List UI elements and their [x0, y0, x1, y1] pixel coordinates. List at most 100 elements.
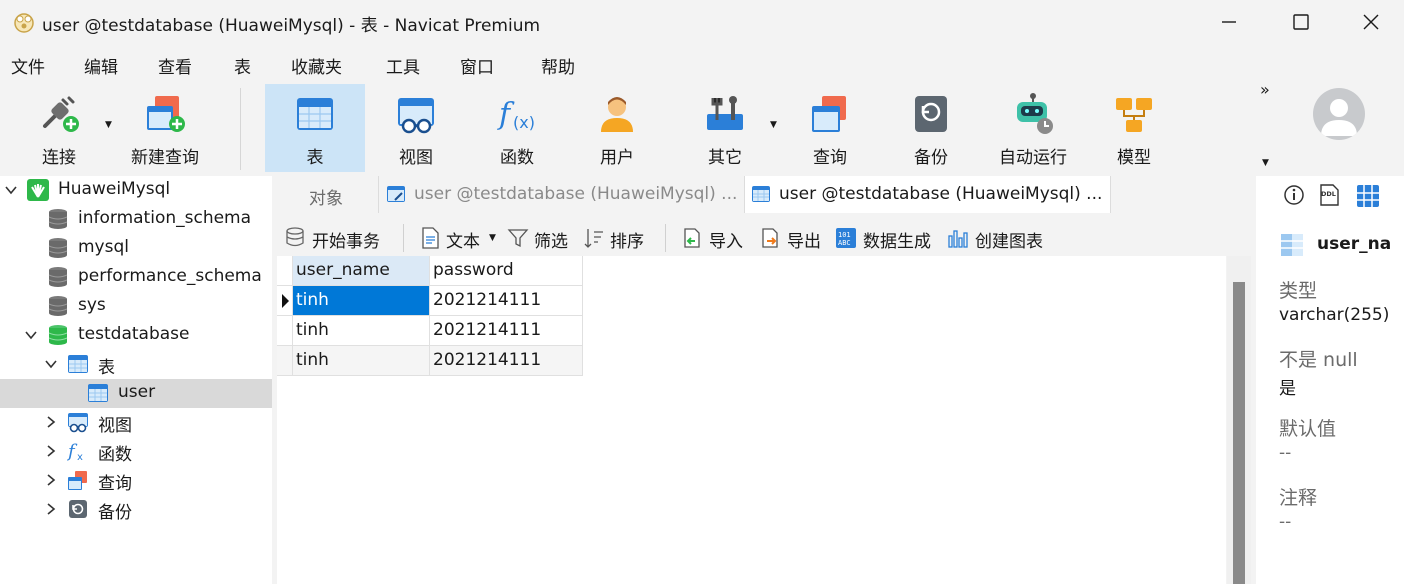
comment-label: 注释: [1279, 487, 1318, 509]
chevron-right-icon[interactable]: [44, 444, 58, 458]
function-tool-button[interactable]: f (x) 函数: [467, 84, 567, 172]
user-tool-button[interactable]: 用户: [567, 84, 667, 172]
view-glasses-icon: [68, 413, 88, 433]
transaction-db-icon: [286, 227, 304, 247]
close-button[interactable]: [1336, 0, 1404, 44]
new-query-label: 新建查询: [131, 148, 199, 168]
comment-value: --: [1279, 512, 1292, 532]
new-query-icon: [147, 96, 185, 132]
type-label: 类型: [1279, 280, 1318, 302]
chevron-right-icon[interactable]: [44, 415, 58, 429]
avatar-person-icon: [1321, 99, 1357, 136]
menu-help[interactable]: 帮助: [541, 53, 575, 78]
backup-restore-icon: [69, 500, 87, 518]
chevron-right-icon[interactable]: [44, 473, 58, 487]
object-tree: HuaweiMysql information_schema mysql per…: [0, 176, 272, 584]
table-edit-icon: [387, 186, 405, 202]
user-avatar[interactable]: [1313, 88, 1365, 140]
view-tool-button[interactable]: 视图: [366, 84, 466, 172]
chevron-down-icon[interactable]: [24, 328, 38, 342]
row-marker[interactable]: [277, 316, 293, 346]
tree-connection-huaweimysql[interactable]: HuaweiMysql: [0, 176, 272, 205]
info-icon[interactable]: [1283, 184, 1305, 206]
default-value: --: [1279, 443, 1292, 463]
menu-table[interactable]: 表: [234, 53, 251, 78]
tree-db-performance-schema[interactable]: performance_schema: [0, 263, 272, 292]
tree-db-testdatabase[interactable]: testdatabase: [0, 321, 272, 350]
tree-db-sys[interactable]: sys: [0, 292, 272, 321]
table-tool-label: 表: [306, 148, 324, 168]
user-tool-label: 用户: [600, 148, 634, 168]
tree-folder-backups[interactable]: 备份: [0, 495, 272, 524]
toolbar-more-button[interactable]: »: [1260, 80, 1270, 99]
table-cell[interactable]: tinh: [293, 346, 430, 376]
tab-objects[interactable]: 对象: [277, 176, 379, 213]
huawei-logo-icon: [27, 179, 49, 201]
svg-text:x: x: [77, 452, 83, 462]
tree-label: testdatabase: [78, 324, 190, 344]
other-dropdown-caret-icon[interactable]: ▼: [770, 120, 777, 130]
tree-folder-functions[interactable]: f x 函数: [0, 437, 272, 466]
close-icon: [1363, 14, 1379, 30]
connection-plug-icon: [43, 96, 79, 132]
connect-button[interactable]: 连接: [9, 84, 109, 172]
table-cell[interactable]: 2021214111: [430, 346, 583, 376]
menu-edit[interactable]: 编辑: [84, 53, 118, 78]
connect-dropdown-caret-icon[interactable]: ▼: [105, 120, 112, 130]
tab-label: user @testdatabase (HuaweiMysql) ...: [414, 184, 738, 204]
menu-tools[interactable]: 工具: [386, 53, 420, 78]
menu-view[interactable]: 查看: [158, 53, 192, 78]
tab-user-table-1[interactable]: user @testdatabase (HuaweiMysql) ...: [379, 176, 745, 213]
other-tool-button[interactable]: 其它: [675, 84, 775, 172]
scrollbar-thumb[interactable]: [1233, 282, 1245, 584]
tree-table-user[interactable]: user: [0, 379, 272, 408]
table-cell[interactable]: tinh: [293, 286, 430, 316]
toolbar-overflow-caret-icon[interactable]: ▼: [1262, 158, 1269, 168]
tab-user-table-2[interactable]: user @testdatabase (HuaweiMysql) ...: [745, 176, 1111, 213]
tree-folder-queries[interactable]: 查询: [0, 466, 272, 495]
menu-favorites[interactable]: 收藏夹: [291, 53, 342, 78]
query-tool-button[interactable]: 查询: [780, 84, 880, 172]
column-header-password[interactable]: password: [430, 256, 583, 286]
not-null-label: 不是 null: [1279, 349, 1358, 371]
table-tool-button[interactable]: 表: [265, 84, 365, 172]
grid-layout-icon[interactable]: [1356, 184, 1380, 208]
model-tool-button[interactable]: 模型: [1084, 84, 1184, 172]
tree-db-information-schema[interactable]: information_schema: [0, 205, 272, 234]
maximize-button[interactable]: [1266, 0, 1336, 44]
automation-tool-button[interactable]: 自动运行: [983, 84, 1083, 172]
chevron-right-icon[interactable]: [44, 502, 58, 516]
tab-bar: 对象 user @testdatabase (HuaweiMysql) ... …: [277, 176, 1251, 213]
menu-file[interactable]: 文件: [11, 53, 45, 78]
navicat-window: user @testdatabase (HuaweiMysql) - 表 - N…: [0, 0, 1404, 584]
new-query-button[interactable]: 新建查询: [115, 84, 215, 172]
data-generation-label: 数据生成: [863, 232, 931, 252]
not-null-value: 是: [1279, 379, 1296, 399]
tree-db-mysql[interactable]: mysql: [0, 234, 272, 263]
table-cell[interactable]: 2021214111: [430, 316, 583, 346]
column-header-user-name[interactable]: user_name: [293, 256, 430, 286]
tree-folder-tables[interactable]: 表: [0, 350, 272, 379]
chevron-down-icon[interactable]: [4, 183, 18, 197]
tree-folder-views[interactable]: 视图: [0, 408, 272, 437]
table-icon: [297, 98, 333, 130]
text-dropdown-caret-icon[interactable]: ▼: [489, 233, 496, 243]
backup-tool-button[interactable]: 备份: [881, 84, 981, 172]
tools-wrench-icon: [707, 96, 743, 130]
table-cell[interactable]: tinh: [293, 316, 430, 346]
minimize-button[interactable]: [1194, 0, 1264, 44]
minimize-icon: [1222, 21, 1236, 23]
table-icon: [752, 186, 770, 202]
table-cell[interactable]: 2021214111: [430, 286, 583, 316]
tree-label: 函数: [98, 445, 132, 465]
row-marker[interactable]: [277, 346, 293, 376]
ddl-badge-text: DDL: [1321, 190, 1336, 198]
chevron-down-icon[interactable]: [44, 357, 58, 371]
menu-window[interactable]: 窗口: [460, 53, 494, 78]
ddl-view-button[interactable]: DDL: [1318, 184, 1340, 206]
toolbar-separator: [403, 224, 404, 252]
tree-label: 视图: [98, 416, 132, 436]
function-fx-icon: f (x): [497, 97, 535, 132]
database-icon: [48, 296, 68, 316]
row-marker[interactable]: [277, 286, 293, 316]
